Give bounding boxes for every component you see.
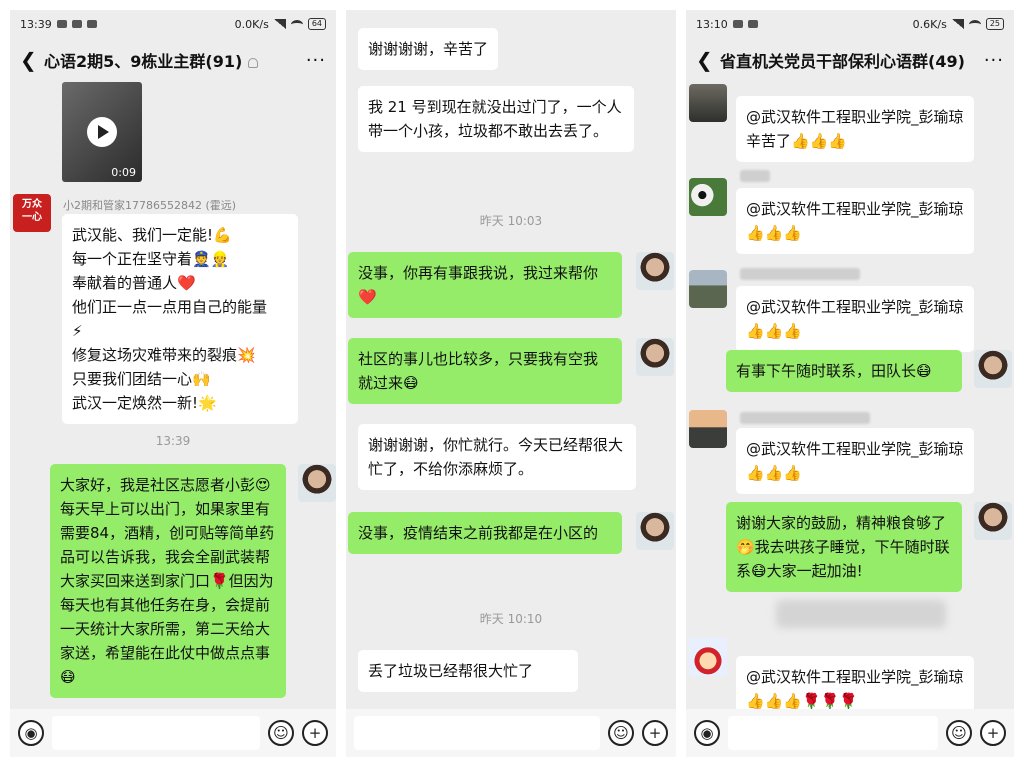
chat-title: 省直机关党员干部保利心语群(49)	[720, 52, 965, 71]
message-list[interactable]: 谢谢谢谢，辛苦了 我 21 号到现在就没出过门了，一个人带一个小孩，垃圾都不敢出…	[346, 10, 676, 709]
chat-screen-2: 谢谢谢谢，辛苦了 我 21 号到现在就没出过门了，一个人带一个小孩，垃圾都不敢出…	[346, 10, 676, 757]
avatar[interactable]	[689, 178, 727, 216]
avatar-label: 万众 一心	[22, 199, 42, 223]
play-icon[interactable]	[87, 117, 117, 147]
message-input[interactable]	[354, 716, 600, 750]
plus-icon[interactable]: +	[642, 720, 668, 746]
status-time: 13:39	[20, 17, 52, 31]
message-bubble[interactable]: 谢谢大家的鼓励，精神粮食够了🤭我去哄孩子睡觉，下午随时联系😷大家一起加油!	[726, 502, 962, 592]
emoji-icon[interactable]: ☺	[946, 720, 972, 746]
status-bar: 13:10 0.6K/s 25	[686, 10, 1014, 38]
emoji-icon[interactable]: ☺	[608, 720, 634, 746]
avatar[interactable]	[636, 252, 674, 290]
avatar[interactable]	[689, 270, 727, 308]
message-bubble[interactable]: 我 21 号到现在就没出过门了，一个人带一个小孩，垃圾都不敢出去丢了。	[358, 86, 634, 152]
message-list[interactable]: @武汉软件工程职业学院_彭瑜琼 辛苦了👍👍👍 @武汉软件工程职业学院_彭瑜琼 👍…	[686, 82, 1014, 722]
avatar[interactable]	[636, 512, 674, 550]
notification-icon	[86, 20, 97, 28]
chat-header: ❮ 省直机关党员干部保利心语群(49) ···	[686, 38, 1014, 82]
message-bubble[interactable]: 社区的事儿也比较多，只要我有空我就过来😷	[348, 338, 622, 404]
signal-icon	[951, 19, 964, 29]
chat-screen-3: 13:10 0.6K/s 25 ❮ 省直机关党员干部保利心语群(49) ··· …	[686, 10, 1014, 757]
avatar[interactable]	[298, 464, 336, 502]
more-button[interactable]: ···	[306, 50, 326, 71]
back-icon[interactable]: ❮	[20, 48, 44, 72]
message-timestamp: 昨天 10:10	[479, 612, 543, 626]
more-button[interactable]: ···	[984, 50, 1004, 71]
message-input[interactable]	[52, 716, 260, 750]
avatar[interactable]	[636, 338, 674, 376]
message-bubble[interactable]: 没事，你再有事跟我说，我过来帮你❤️	[348, 252, 622, 318]
chat-title: 心语2期5、9栋业主群(91)	[44, 48, 306, 72]
avatar[interactable]	[689, 84, 727, 122]
chat-screen-1: 13:39 0.0K/s 64 ❮ 心语2期5、9栋业主群(91) ··· 0:…	[10, 10, 336, 757]
status-time: 13:10	[696, 17, 728, 31]
message-timestamp: 13:39	[155, 434, 191, 448]
avatar[interactable]	[974, 350, 1012, 388]
wifi-icon	[290, 19, 303, 29]
sender-name	[740, 412, 870, 424]
avatar[interactable]	[974, 502, 1012, 540]
message-bubble[interactable]: 丢了垃圾已经帮很大忙了	[358, 650, 578, 692]
message-timestamp: 昨天 10:03	[479, 214, 543, 228]
mute-icon	[248, 57, 259, 68]
notification-icon	[56, 20, 67, 28]
avatar[interactable]: 万众 一心	[13, 194, 51, 232]
network-speed: 0.0K/s	[234, 17, 269, 31]
message-bubble[interactable]: @武汉软件工程职业学院_彭瑜琼 👍👍👍	[736, 286, 974, 352]
voice-icon[interactable]: ◉	[18, 720, 44, 746]
message-bubble[interactable]: 没事，疫情结束之前我都是在小区的	[348, 512, 622, 554]
notification-icon	[732, 20, 743, 28]
notification-icon	[71, 20, 82, 28]
status-bar: 13:39 0.0K/s 64	[10, 10, 336, 38]
avatar[interactable]	[689, 638, 727, 676]
composer-bar: ◉ ☺ +	[10, 709, 336, 757]
chat-title-text: 心语2期5、9栋业主群(91)	[44, 52, 243, 71]
message-bubble[interactable]: @武汉软件工程职业学院_彭瑜琼 👍👍👍	[736, 428, 974, 494]
wifi-icon	[968, 19, 981, 29]
message-list[interactable]: 0:09 万众 一心 小2期和管家17786552842 (霍远) 武汉能、我们…	[10, 82, 336, 709]
message-bubble[interactable]: 武汉能、我们一定能!💪 每一个正在坚守着👮👷 奉献着的普通人❤️ 他们正一点一点…	[62, 214, 298, 424]
battery-icon: 25	[985, 18, 1004, 30]
message-bubble[interactable]: 谢谢谢谢，你忙就行。今天已经帮很大忙了，不给你添麻烦了。	[358, 424, 636, 490]
video-message[interactable]: 0:09	[62, 82, 142, 182]
blurred-content	[776, 600, 946, 628]
voice-icon[interactable]: ◉	[694, 720, 720, 746]
notification-icon	[747, 20, 758, 28]
battery-icon: 64	[307, 18, 326, 30]
avatar[interactable]	[689, 410, 727, 448]
sender-name: 小2期和管家17786552842 (霍远)	[63, 199, 237, 212]
message-bubble[interactable]: 有事下午随时联系，田队长😷	[726, 350, 962, 392]
message-bubble[interactable]: @武汉软件工程职业学院_彭瑜琼 辛苦了👍👍👍	[736, 96, 974, 162]
composer-bar: ◉ ☺ +	[686, 709, 1014, 757]
video-duration: 0:09	[111, 166, 136, 179]
sender-name	[740, 170, 770, 182]
chat-header: ❮ 心语2期5、9栋业主群(91) ···	[10, 38, 336, 82]
composer-bar: ☺ +	[346, 709, 676, 757]
message-input[interactable]	[728, 716, 938, 750]
signal-icon	[273, 19, 286, 29]
plus-icon[interactable]: +	[980, 720, 1006, 746]
network-speed: 0.6K/s	[912, 17, 947, 31]
plus-icon[interactable]: +	[302, 720, 328, 746]
sender-name	[740, 268, 860, 280]
message-bubble[interactable]: 大家好，我是社区志愿者小彭😍每天早上可以出门，如果家里有需要84，酒精，创可贴等…	[50, 464, 286, 698]
back-icon[interactable]: ❮	[696, 48, 720, 72]
message-bubble[interactable]: 谢谢谢谢，辛苦了	[358, 28, 499, 70]
message-bubble[interactable]: @武汉软件工程职业学院_彭瑜琼 👍👍👍	[736, 188, 974, 254]
emoji-icon[interactable]: ☺	[268, 720, 294, 746]
